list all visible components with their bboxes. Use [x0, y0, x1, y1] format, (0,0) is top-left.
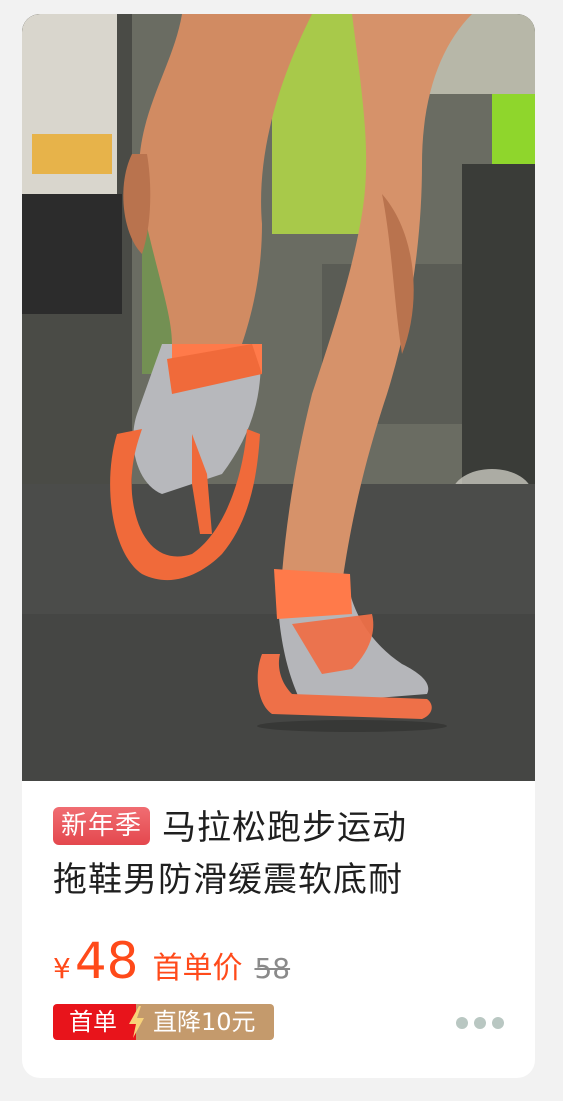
coupon-discount-label: 直降10元	[149, 1004, 274, 1040]
coupon-badge[interactable]: 首单 直降10元	[53, 1004, 274, 1040]
lightning-bolt-icon	[127, 1004, 149, 1040]
more-dot	[456, 1017, 468, 1029]
currency-symbol: ¥	[53, 952, 71, 985]
price-row: ¥ 48 首单价 58	[53, 932, 290, 992]
original-price: 58	[254, 952, 291, 985]
title-line-1: 马拉松跑步运动	[162, 808, 408, 848]
product-title[interactable]: 新年季 马拉松跑步运动 拖鞋男防滑缓震软底耐	[53, 802, 503, 906]
more-dot	[474, 1017, 486, 1029]
product-card[interactable]: 新年季 马拉松跑步运动 拖鞋男防滑缓震软底耐 ¥ 48 首单价 58 首单 直降1…	[22, 14, 535, 1078]
product-image[interactable]	[22, 14, 535, 781]
current-price: 48	[74, 932, 139, 990]
more-dots-icon[interactable]	[456, 1017, 504, 1029]
coupon-first-order-label: 首单	[53, 1004, 127, 1040]
first-order-price-label: 首单价	[152, 951, 243, 986]
product-photo	[22, 14, 535, 781]
new-year-tag: 新年季	[53, 807, 151, 845]
title-line-2: 拖鞋男防滑缓震软底耐	[53, 860, 403, 900]
more-dot	[492, 1017, 504, 1029]
